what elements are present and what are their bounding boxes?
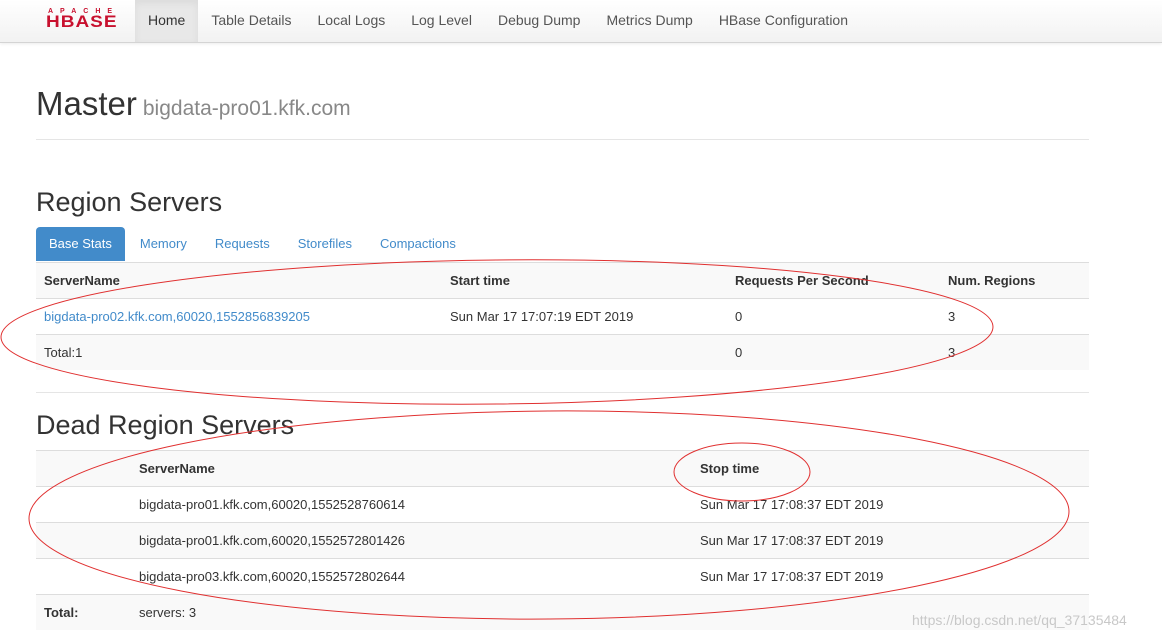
column-header-num-regions: Num. Regions	[940, 262, 1089, 299]
requests-per-second-cell: 0	[727, 298, 940, 335]
dead-server-name: bigdata-pro01.kfk.com,60020,155252876061…	[131, 486, 692, 523]
total-servers: servers: 3	[131, 594, 692, 630]
region-servers-table: ServerName Start time Requests Per Secon…	[36, 262, 1089, 370]
watermark-text: https://blog.csdn.net/qq_37135484	[912, 612, 1127, 628]
table-row: bigdata-pro01.kfk.com,60020,155257280142…	[36, 522, 1089, 559]
tab-memory[interactable]: Memory	[127, 227, 200, 261]
table-row: bigdata-pro03.kfk.com,60020,155257280264…	[36, 558, 1089, 595]
master-hostname: bigdata-pro01.kfk.com	[142, 97, 351, 120]
total-label: Total:1	[36, 334, 442, 370]
total-num-regions: 3	[940, 334, 1089, 370]
section-divider	[36, 392, 1089, 393]
dead-region-servers-heading: Dead Region Servers	[36, 410, 295, 440]
server-link[interactable]: bigdata-pro02.kfk.com,60020,155285683920…	[44, 309, 310, 324]
region-servers-tabs: Base Stats Memory Requests Storefiles Co…	[36, 227, 471, 263]
nav-local-logs[interactable]: Local Logs	[305, 0, 399, 42]
start-time-cell: Sun Mar 17 17:07:19 EDT 2019	[442, 298, 727, 335]
row-empty-cell	[36, 558, 131, 595]
nav-menu: Home Table Details Local Logs Log Level …	[135, 0, 861, 42]
dead-server-name: bigdata-pro03.kfk.com,60020,155257280264…	[131, 558, 692, 595]
stop-time: Sun Mar 17 17:08:37 EDT 2019	[692, 522, 1089, 559]
table-header-row: ServerName Stop time	[36, 450, 1089, 487]
column-header-stop-time: Stop time	[692, 450, 1089, 487]
logo-hbase-text: HBASE	[46, 13, 118, 32]
total-label: Total:	[36, 594, 131, 630]
row-empty-cell	[36, 486, 131, 523]
nav-log-level[interactable]: Log Level	[398, 0, 485, 42]
total-empty-cell	[442, 334, 727, 370]
nav-home[interactable]: Home	[135, 0, 199, 42]
num-regions-cell: 3	[940, 298, 1089, 335]
dead-server-name: bigdata-pro01.kfk.com,60020,155257280142…	[131, 522, 692, 559]
tab-requests[interactable]: Requests	[202, 227, 283, 261]
column-header-start-time: Start time	[442, 262, 727, 299]
column-header-requests-per-second: Requests Per Second	[727, 262, 940, 299]
column-header-empty	[36, 450, 131, 487]
row-empty-cell	[36, 522, 131, 559]
dead-region-servers-table: ServerName Stop time bigdata-pro01.kfk.c…	[36, 450, 1089, 630]
region-servers-heading: Region Servers	[36, 187, 223, 217]
hbase-logo[interactable]: APACHE HBASE	[46, 8, 126, 32]
stop-time: Sun Mar 17 17:08:37 EDT 2019	[692, 486, 1089, 523]
column-header-servername: ServerName	[36, 262, 442, 299]
table-row: bigdata-pro01.kfk.com,60020,155252876061…	[36, 486, 1089, 523]
tab-base-stats[interactable]: Base Stats	[36, 227, 125, 261]
nav-hbase-configuration[interactable]: HBase Configuration	[706, 0, 861, 42]
table-row: bigdata-pro02.kfk.com,60020,155285683920…	[36, 298, 1089, 335]
page-header: Master bigdata-pro01.kfk.com	[36, 84, 1089, 140]
top-navbar: APACHE HBASE Home Table Details Local Lo…	[0, 0, 1162, 43]
server-name-cell: bigdata-pro02.kfk.com,60020,155285683920…	[36, 298, 442, 335]
nav-metrics-dump[interactable]: Metrics Dump	[593, 0, 705, 42]
nav-debug-dump[interactable]: Debug Dump	[485, 0, 594, 42]
total-row: Total:1 0 3	[36, 334, 1089, 370]
column-header-servername: ServerName	[131, 450, 692, 487]
stop-time: Sun Mar 17 17:08:37 EDT 2019	[692, 558, 1089, 595]
table-header-row: ServerName Start time Requests Per Secon…	[36, 262, 1089, 299]
page-title: Master	[36, 85, 137, 122]
nav-table-details[interactable]: Table Details	[198, 0, 304, 42]
tab-storefiles[interactable]: Storefiles	[285, 227, 365, 261]
tab-compactions[interactable]: Compactions	[367, 227, 469, 261]
total-requests-per-second: 0	[727, 334, 940, 370]
